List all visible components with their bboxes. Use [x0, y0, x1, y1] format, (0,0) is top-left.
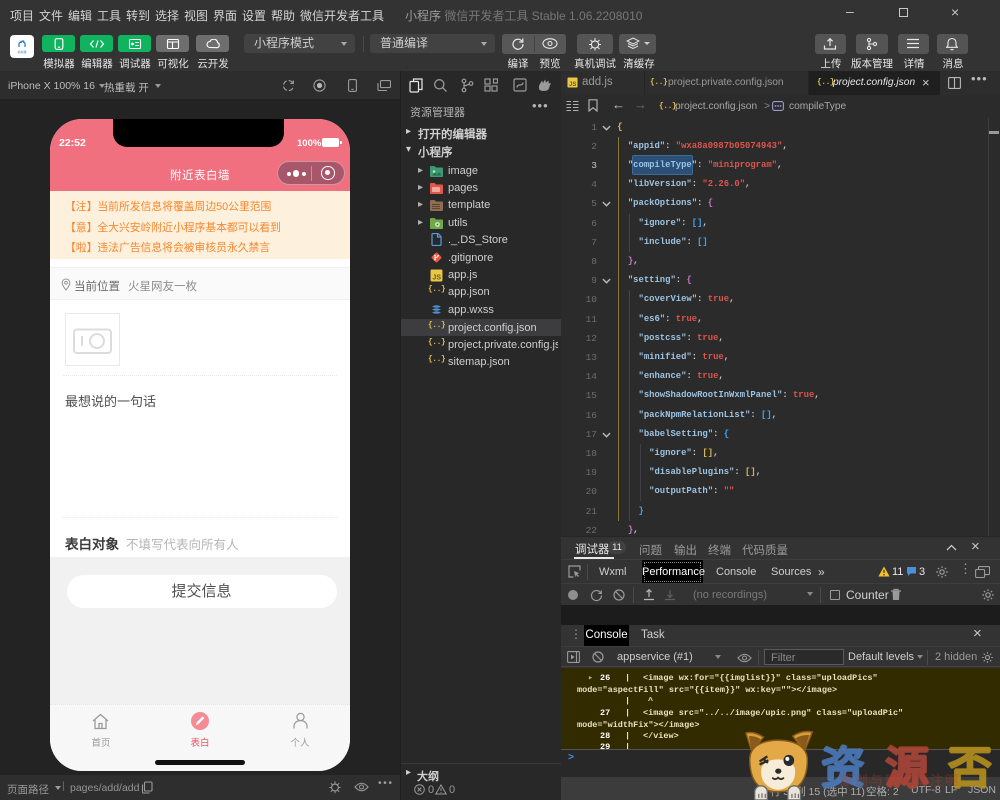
svg-text:JS: JS — [432, 274, 441, 281]
svg-text:JS: JS — [569, 82, 576, 88]
